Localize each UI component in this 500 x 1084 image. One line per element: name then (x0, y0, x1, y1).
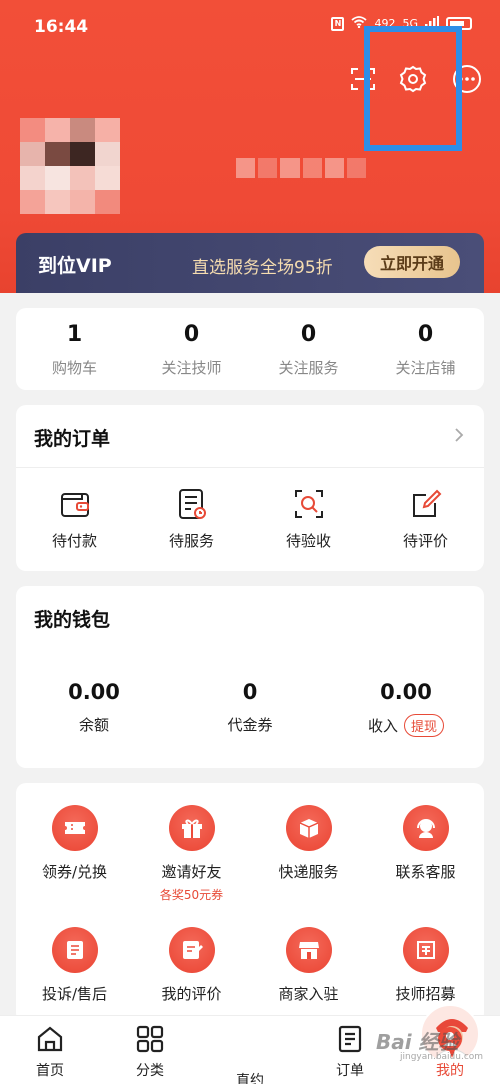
avatar[interactable] (20, 118, 120, 214)
wallet-label: 收入 (367, 717, 398, 735)
service-label: 我的评价 (161, 985, 222, 1003)
vip-description: 直选服务全场95折 (192, 258, 333, 278)
service-customer-support[interactable]: 联系客服 (367, 805, 484, 882)
recruit-icon (402, 927, 449, 973)
service-label: 技师招募 (395, 985, 456, 1003)
wallet-value: 0 (242, 680, 258, 704)
complaint-icon (51, 927, 98, 973)
tab-label: 直约 (236, 1073, 264, 1084)
wallet-income[interactable]: 0.00 收入 提现 (328, 680, 484, 737)
wallet-balance[interactable]: 0.00 余额 (16, 680, 172, 735)
service-merchant-join[interactable]: 商家入驻 (250, 927, 367, 1004)
service-delivery[interactable]: 快递服务 (250, 805, 367, 882)
chevron-right-icon[interactable] (454, 427, 464, 447)
profile-header: 16:44 N 492 5G 到位VIP 直选服务全场95折 立即开通 (0, 0, 500, 293)
orders-card: 我的订单 待付款 待服务 待验收 待评价 (16, 405, 484, 571)
stat-label: 关注店铺 (395, 359, 456, 377)
username-blurred (236, 158, 367, 178)
service-label: 商家入驻 (278, 985, 339, 1003)
order-label: 待评价 (402, 532, 448, 550)
invite-reward: 各奖50元券 (159, 888, 224, 902)
wallet-vouchers[interactable]: 0 代金券 (172, 680, 328, 735)
service-my-reviews[interactable]: 我的评价 (133, 927, 250, 1004)
service-technician-recruit[interactable]: 技师招募 (367, 927, 484, 1004)
stats-card: 1 购物车 0 关注技师 0 关注服务 0 关注店铺 (16, 308, 484, 390)
wallet-value: 0.00 (380, 680, 432, 704)
store-icon (285, 927, 332, 973)
service-label: 邀请好友 (161, 863, 222, 881)
vip-title: 到位VIP (38, 255, 112, 277)
vip-banner[interactable]: 到位VIP 直选服务全场95折 立即开通 (16, 233, 484, 293)
nfc-icon: N (331, 16, 345, 31)
stat-followed-services[interactable]: 0 关注服务 (250, 322, 367, 378)
review-icon (168, 927, 215, 973)
review-pen-icon (412, 489, 441, 517)
service-complaint[interactable]: 投诉/售后 (16, 927, 133, 1004)
gift-icon (168, 805, 215, 851)
order-label: 待验收 (285, 532, 331, 550)
order-pending-service[interactable]: 待服务 (133, 487, 250, 551)
stat-followed-technicians[interactable]: 0 关注技师 (133, 322, 250, 378)
inspect-icon (294, 490, 323, 518)
tab-label: 首页 (36, 1063, 64, 1079)
stat-followed-stores[interactable]: 0 关注店铺 (367, 322, 484, 378)
status-time: 16:44 (34, 17, 89, 37)
divider (16, 467, 484, 468)
orders-title: 我的订单 (34, 428, 111, 450)
stat-value: 1 (66, 322, 83, 347)
order-pending-payment[interactable]: 待付款 (16, 487, 133, 551)
stat-label: 购物车 (51, 359, 97, 377)
stat-value: 0 (300, 322, 317, 347)
wallet-label: 余额 (78, 716, 109, 734)
order-pending-review[interactable]: 待评价 (367, 487, 484, 551)
order-label: 待服务 (168, 532, 214, 550)
service-coupon[interactable]: 领券/兑换 (16, 805, 133, 882)
vip-activate-button[interactable]: 立即开通 (364, 246, 460, 278)
stat-label: 关注服务 (278, 359, 339, 377)
stat-value: 0 (417, 322, 434, 347)
tab-category[interactable]: 分类 (100, 1024, 200, 1080)
tab-label: 我的 (436, 1063, 464, 1079)
wallet-value: 0.00 (68, 680, 120, 704)
service-label: 投诉/售后 (41, 985, 108, 1003)
headset-icon (402, 805, 449, 851)
order-pending-inspection[interactable]: 待验收 (250, 487, 367, 551)
category-icon (136, 1025, 164, 1053)
watermark-url: jingyan.baidu.com (400, 1052, 484, 1062)
wallet-title: 我的钱包 (34, 609, 111, 631)
stat-value: 0 (183, 322, 200, 347)
package-icon (285, 805, 332, 851)
tab-label: 订单 (336, 1063, 364, 1079)
wallet-card: 我的钱包 0.00 余额 0 代金券 0.00 收入 提现 (16, 586, 484, 768)
wallet-icon (60, 493, 89, 517)
home-icon (37, 1026, 63, 1052)
watermark-logo: Bai 经验 (376, 1030, 459, 1054)
service-label: 联系客服 (395, 863, 456, 881)
withdraw-button[interactable]: 提现 (404, 714, 445, 737)
tab-home[interactable]: 首页 (0, 1024, 100, 1080)
tab-label: 分类 (136, 1063, 164, 1079)
tab-direct-booking[interactable]: 直约 (200, 1004, 480, 1084)
stat-cart[interactable]: 1 购物车 (16, 322, 133, 378)
service-invite[interactable]: 邀请好友 各奖50元券 (133, 805, 250, 903)
coupon-icon (51, 805, 98, 851)
wallet-label: 代金券 (227, 716, 273, 734)
service-label: 领券/兑换 (41, 863, 108, 881)
order-icon (338, 1025, 362, 1053)
stat-label: 关注技师 (161, 359, 222, 377)
service-label: 快递服务 (278, 863, 339, 881)
settings-highlight-box (364, 26, 462, 151)
services-card: 领券/兑换 邀请好友 各奖50元券 快递服务 联系客服 投诉/售后 我的评价 商… (16, 783, 484, 1023)
service-list-icon (178, 489, 206, 519)
order-label: 待付款 (51, 532, 97, 550)
